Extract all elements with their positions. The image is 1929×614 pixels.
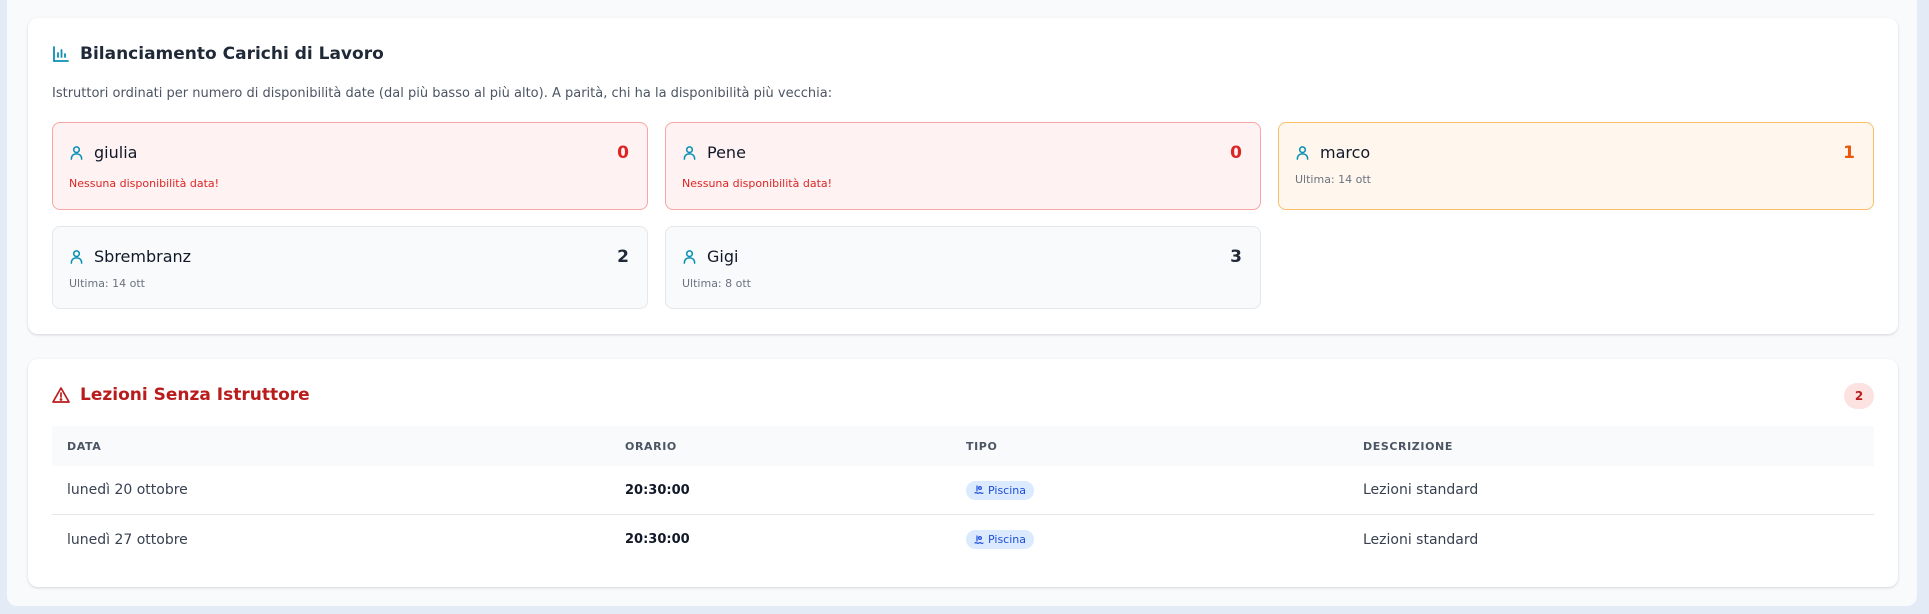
cell-data: lunedì 27 ottobre — [67, 531, 188, 548]
lessons-card: Lezioni Senza Istruttore 2 DATA ORARIO T… — [28, 359, 1898, 587]
cell-data: lunedì 20 ottobre — [67, 482, 188, 498]
instructor-name: giulia — [94, 143, 138, 162]
instructor-card-pene[interactable]: Pene 0 Nessuna disponibilità data! — [665, 122, 1261, 210]
lessons-title: Lezioni Senza Istruttore — [52, 385, 310, 405]
lessons-table: DATA ORARIO TIPO DESCRIZIONE lunedì 20 o… — [52, 426, 1874, 564]
column-header-descrizione[interactable]: DESCRIZIONE — [1363, 426, 1453, 466]
lessons-title-text: Lezioni Senza Istruttore — [80, 385, 310, 405]
cell-orario-text: 20:30:00 — [625, 482, 690, 498]
workload-subtitle: Istruttori ordinati per numero di dispon… — [52, 86, 833, 101]
instructor-card-sbrembranz[interactable]: Sbrembranz 2 Ultima: 14 ott — [52, 226, 648, 309]
workload-card: Bilanciamento Carichi di Lavoro Istrutto… — [28, 18, 1898, 334]
availability-count: 1 — [1843, 143, 1855, 163]
instructor-name: Pene — [707, 143, 746, 162]
column-header-data[interactable]: DATA — [67, 426, 101, 466]
availability-note: Ultima: 14 ott — [1295, 173, 1371, 186]
warning-triangle-icon — [52, 387, 70, 403]
cell-descrizione: Lezioni standard — [1363, 531, 1479, 548]
type-badge-label: Piscina — [988, 483, 1026, 497]
cell-orario-text: 20:30:00 — [625, 532, 690, 547]
workload-title-text: Bilanciamento Carichi di Lavoro — [80, 44, 384, 64]
user-icon — [683, 250, 696, 264]
lessons-count-badge: 2 — [1844, 383, 1874, 409]
availability-count: 0 — [617, 143, 629, 163]
instructor-name: Gigi — [707, 247, 739, 266]
availability-count: 0 — [1230, 143, 1242, 163]
instructor-card-marco[interactable]: marco 1 Ultima: 14 ott — [1278, 122, 1874, 210]
table-row[interactable]: lunedì 20 ottobre 20:30:00 Piscina Lezio… — [52, 466, 1874, 515]
instructor-name: marco — [1320, 143, 1371, 162]
cell-tipo: Piscina — [966, 515, 1034, 564]
availability-count: 3 — [1230, 247, 1242, 267]
column-header-orario[interactable]: ORARIO — [625, 426, 677, 466]
instructor-card-gigi[interactable]: Gigi 3 Ultima: 8 ott — [665, 226, 1261, 309]
pool-icon — [974, 485, 984, 495]
instructor-name: Sbrembranz — [94, 247, 192, 266]
type-badge: Piscina — [966, 530, 1034, 549]
user-icon — [683, 146, 696, 160]
availability-note: Ultima: 8 ott — [682, 277, 751, 290]
type-badge-label: Piscina — [988, 533, 1026, 546]
cell-tipo: Piscina — [966, 466, 1034, 514]
type-badge: Piscina — [966, 480, 1034, 500]
availability-note: Nessuna disponibilità data! — [69, 177, 220, 190]
pool-icon — [974, 534, 984, 544]
user-icon — [70, 146, 83, 160]
cell-orario: 20:30:00 — [625, 515, 690, 564]
workload-title: Bilanciamento Carichi di Lavoro — [52, 44, 384, 64]
availability-note: Nessuna disponibilità data! — [682, 177, 833, 190]
table-header: DATA ORARIO TIPO DESCRIZIONE — [52, 426, 1874, 466]
user-icon — [1296, 146, 1309, 160]
cell-orario: 20:30:00 — [625, 466, 690, 514]
bar-chart-icon — [53, 46, 69, 62]
cell-descrizione: Lezioni standard — [1363, 482, 1479, 498]
availability-count: 2 — [617, 247, 629, 267]
column-header-tipo[interactable]: TIPO — [966, 426, 997, 466]
table-row[interactable]: lunedì 27 ottobre 20:30:00 Piscina Lezio… — [52, 515, 1874, 564]
user-icon — [70, 250, 83, 264]
instructor-card-giulia[interactable]: giulia 0 Nessuna disponibilità data! — [52, 122, 648, 210]
availability-note: Ultima: 14 ott — [69, 277, 145, 290]
